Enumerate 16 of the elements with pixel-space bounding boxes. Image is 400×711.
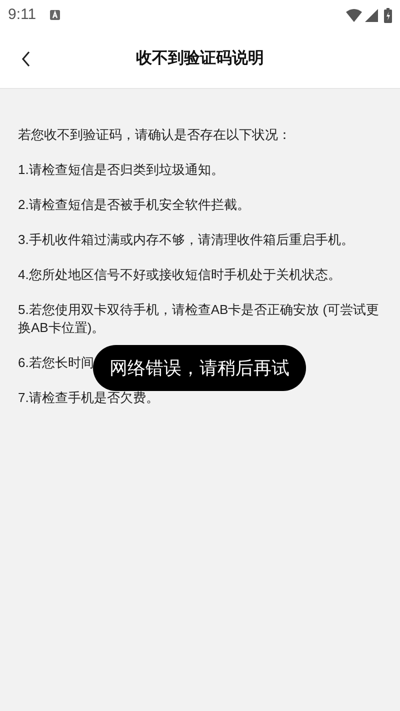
page-title: 收不到验证码说明 [136, 48, 264, 69]
wifi-icon [346, 8, 362, 22]
tip-text: 1.请检查短信是否归类到垃圾通知。 [18, 161, 224, 179]
intro-text: 若您收不到验证码，请确认是否存在以下状况： [18, 126, 291, 144]
tip-text: 3.手机收件箱过满或内存不够，请清理收件箱后重启手机。 [18, 231, 354, 249]
tip-text: 2.请检查短信是否被手机安全软件拦截。 [18, 196, 250, 214]
back-icon [21, 51, 31, 67]
tip-text: 7.请检查手机是否欠费。 [18, 389, 159, 407]
notification-icon [50, 10, 60, 20]
tip-text: 4.您所处地区信号不好或接收短信时手机处于关机状态。 [18, 266, 341, 284]
toast-message: 网络错误，请稍后再试 [93, 345, 306, 391]
battery-icon [384, 8, 392, 22]
tip-text: 6.若您长时间 [18, 354, 94, 372]
status-time: 9:11 [8, 4, 36, 25]
signal-icon [365, 8, 378, 22]
tip-text: 5.若您使用双卡双待手机，请检查AB卡是否正确安放 (可尝试更换AB卡位置)。 [18, 301, 380, 337]
